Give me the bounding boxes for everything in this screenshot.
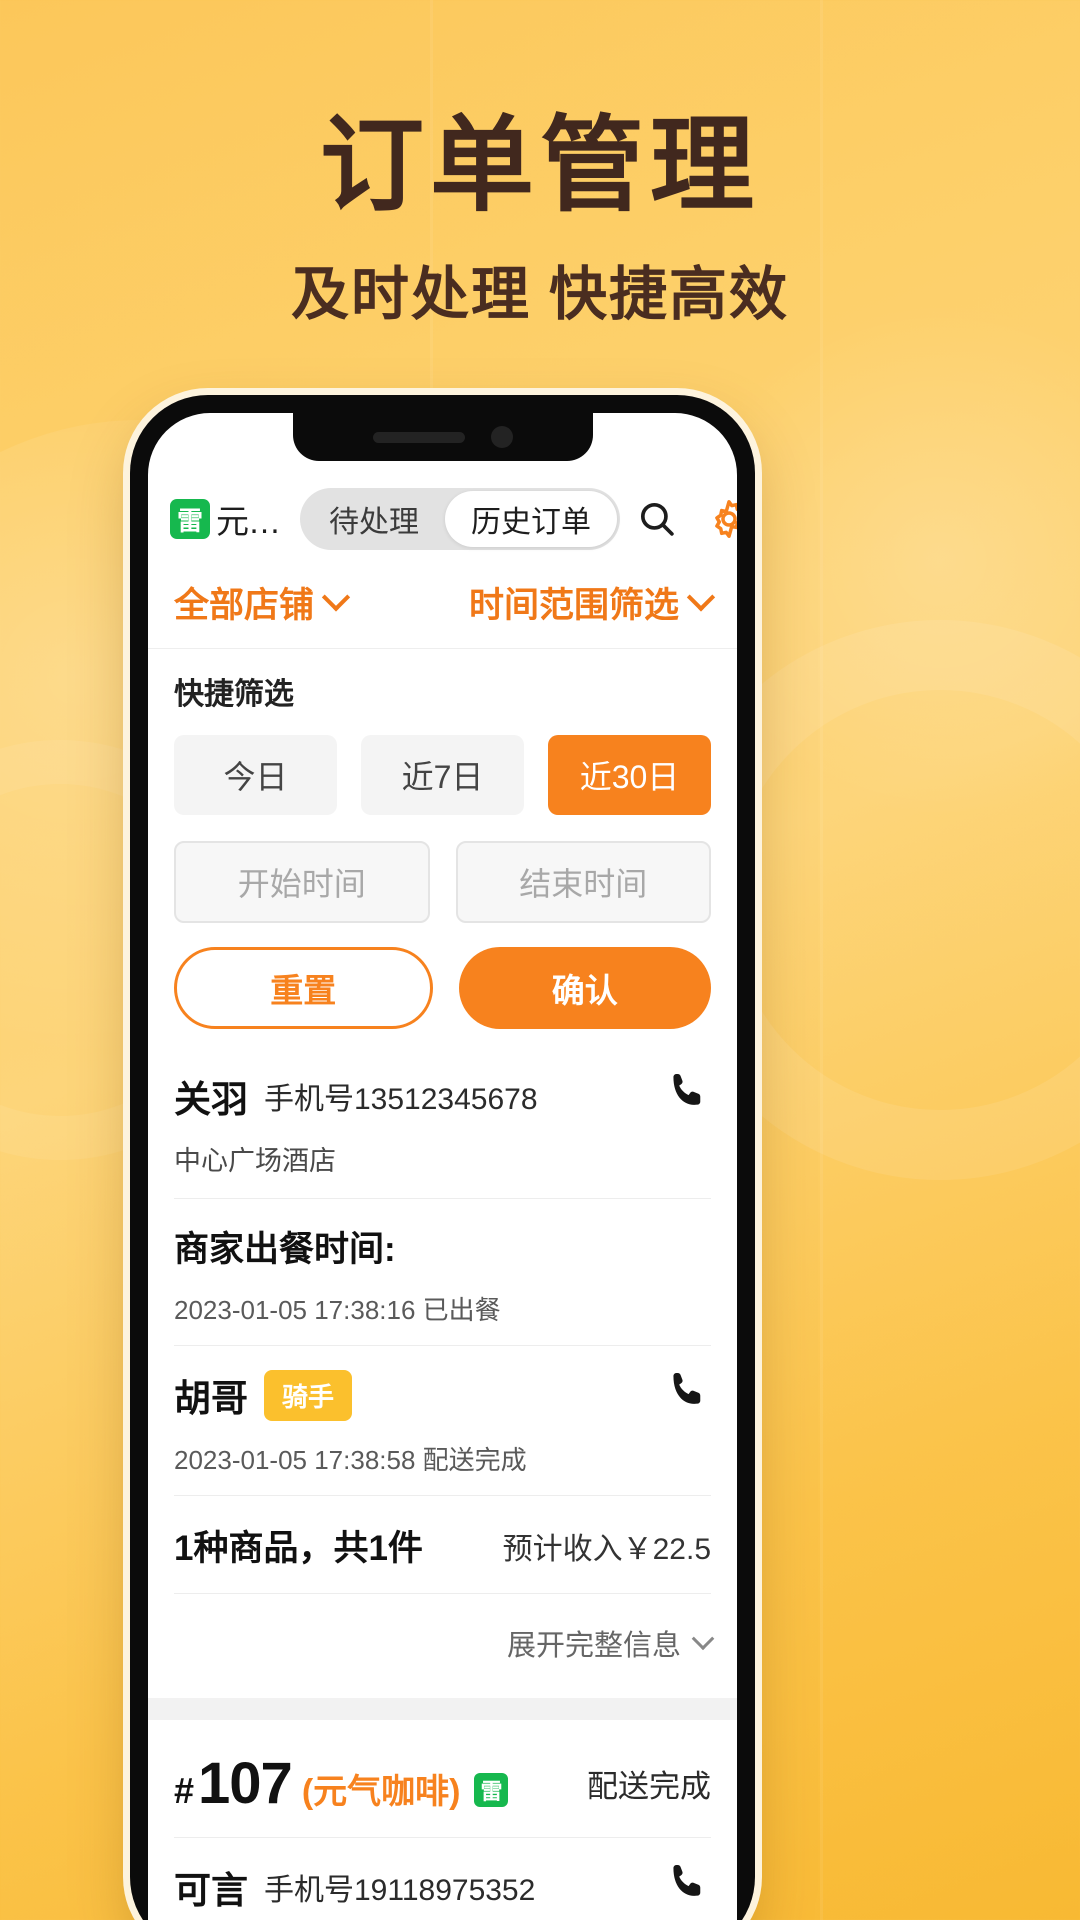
tab-history[interactable]: 历史订单 [445, 491, 617, 547]
customer-row: 可言 手机号19118975352 [174, 1838, 711, 1920]
order-number: 107 [198, 1751, 293, 1816]
reset-button[interactable]: 重置 [174, 947, 433, 1029]
shop-filter-label: 全部店铺 [174, 586, 315, 625]
date-range-row: 开始时间 结束时间 [174, 841, 711, 923]
time-range-filter-label: 时间范围筛选 [468, 586, 679, 625]
chevron-down-icon [321, 582, 351, 611]
chevron-down-icon [691, 1627, 715, 1651]
brand[interactable]: 雷 元… [170, 495, 280, 543]
customer-phone: 手机号19118975352 [264, 1874, 536, 1907]
end-time-input[interactable]: 结束时间 [455, 841, 711, 923]
camera-icon [490, 426, 513, 448]
customer-phone: 手机号13512345678 [264, 1083, 538, 1116]
customer-info: 可言 手机号19118975352 [174, 1860, 535, 1914]
prep-time-title: 商家出餐时间: [174, 1230, 396, 1269]
filter-row: 全部店铺 时间范围筛选 [148, 563, 737, 649]
chip-today[interactable]: 今日 [174, 735, 337, 815]
order-status-badge: 配送完成 [587, 1769, 711, 1804]
phone-mockup: 雷 元… 待处理 历史订单 全部店铺 时间范围筛选 快捷筛选 今日 近7日 近3… [130, 395, 755, 1920]
chip-last-30-days[interactable]: 近30日 [548, 735, 711, 815]
search-icon[interactable] [634, 496, 680, 542]
section-separator [148, 1698, 737, 1720]
gear-icon[interactable] [706, 496, 737, 542]
quick-filter-panel: 快捷筛选 今日 近7日 近30日 开始时间 结束时间 重置 确认 [148, 649, 737, 1047]
poster-header: 订单管理 及时处理 快捷高效 [0, 108, 1080, 331]
call-customer-icon[interactable] [665, 1860, 711, 1914]
rider-info: 胡哥 骑手 [174, 1368, 353, 1422]
tab-group: 待处理 历史订单 [300, 488, 620, 550]
app-root: 雷 元… 待处理 历史订单 全部店铺 时间范围筛选 快捷筛选 今日 近7日 近3… [148, 413, 737, 1920]
toolbar-icons [634, 496, 737, 542]
order-summary-row: 1种商品，共1件 预计收入￥22.5 [174, 1496, 711, 1593]
tab-pending[interactable]: 待处理 [303, 491, 445, 547]
quick-filter-title: 快捷筛选 [174, 678, 294, 711]
order-card-1: 关羽 手机号13512345678 中心广场酒店 商家出餐时间: 2023-01… [148, 1047, 737, 1920]
rider-row: 胡哥 骑手 [174, 1346, 711, 1428]
chevron-down-icon [686, 582, 716, 611]
customer-row: 关羽 手机号13512345678 [174, 1047, 711, 1129]
order-number-group: # 107 (元气咖啡) 雷 [174, 1750, 509, 1817]
page-title: 订单管理 [319, 108, 760, 224]
rider-name: 胡哥 [174, 1378, 248, 1419]
confirm-button[interactable]: 确认 [458, 947, 711, 1029]
chip-last-7-days[interactable]: 近7日 [361, 735, 524, 815]
app-toolbar: 雷 元… 待处理 历史订单 [148, 475, 737, 563]
rider-badge: 骑手 [264, 1369, 353, 1421]
filter-actions: 重置 确认 [174, 947, 711, 1029]
start-time-input[interactable]: 开始时间 [174, 841, 430, 923]
customer-info: 关羽 手机号13512345678 [174, 1069, 538, 1123]
brand-badge-icon: 雷 [170, 499, 210, 539]
shop-filter-dropdown[interactable]: 全部店铺 [174, 577, 351, 628]
customer-address: 中心广场酒店 [174, 1146, 336, 1176]
time-range-filter-dropdown[interactable]: 时间范围筛选 [468, 577, 716, 628]
brand-name: 元… [216, 503, 280, 540]
expand-details-button[interactable]: 展开完整信息 [174, 1594, 715, 1698]
expected-income: 预计收入￥22.5 [502, 1532, 711, 1566]
phone-screen: 雷 元… 待处理 历史订单 全部店铺 时间范围筛选 快捷筛选 今日 近7日 近3… [148, 413, 737, 1920]
brand-badge-icon: 雷 [474, 1773, 509, 1807]
phone-notch [292, 413, 593, 461]
order-shop-name: (元气咖啡) [301, 1773, 461, 1811]
customer-name: 关羽 [174, 1079, 248, 1120]
delivery-time-value: 2023-01-05 17:38:58 配送完成 [174, 1445, 527, 1475]
order-card-2-header: # 107 (元气咖啡) 雷 配送完成 [174, 1720, 711, 1837]
customer-name: 可言 [174, 1870, 248, 1911]
expand-details-label: 展开完整信息 [506, 1630, 681, 1662]
items-summary: 1种商品，共1件 [174, 1529, 423, 1568]
quick-filter-chips: 今日 近7日 近30日 [174, 735, 711, 815]
call-rider-icon[interactable] [665, 1368, 711, 1422]
speaker-icon [372, 431, 465, 443]
call-customer-icon[interactable] [665, 1069, 711, 1123]
page-subtitle: 及时处理 快捷高效 [290, 262, 790, 328]
prep-time-value: 2023-01-05 17:38:16 已出餐 [174, 1295, 501, 1325]
order-hash: # [174, 1770, 195, 1811]
